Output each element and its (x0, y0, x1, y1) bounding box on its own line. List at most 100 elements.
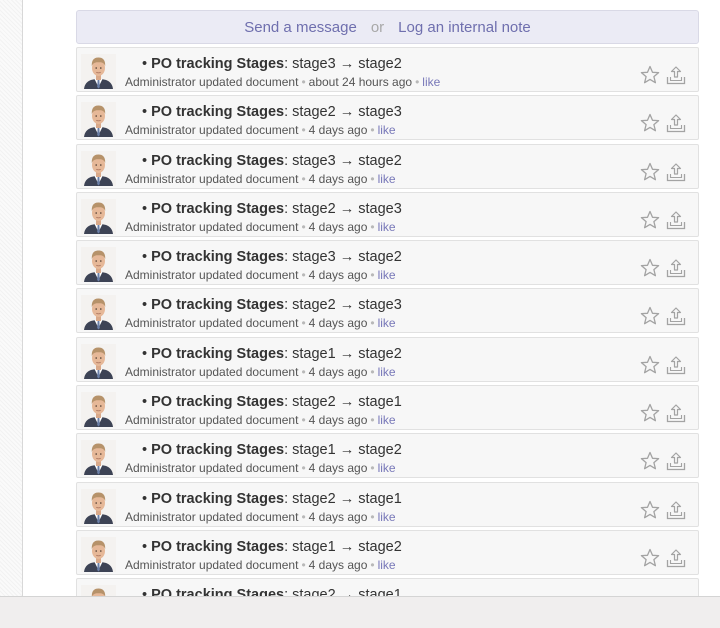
timestamp: 4 days ago (308, 509, 368, 524)
timestamp: 4 days ago (308, 268, 368, 283)
message-meta: Administrator updated document • 4 days ag… (125, 412, 628, 428)
star-icon[interactable] (640, 113, 660, 133)
star-icon[interactable] (640, 65, 660, 85)
action-text: updated document (199, 268, 299, 283)
like-link[interactable]: like (378, 365, 396, 379)
message-meta: Administrator updated document • 4 days ag… (125, 557, 628, 573)
new-value: stage2 (358, 249, 402, 266)
like-link[interactable]: like (378, 316, 396, 330)
author-name[interactable]: Administrator (125, 558, 196, 572)
avatar[interactable] (81, 247, 116, 283)
like-link[interactable]: like (378, 172, 396, 186)
reply-icon[interactable] (666, 306, 686, 326)
message-title: • PO tracking Stages: stage1 → stage2 (125, 345, 628, 364)
author-name[interactable]: Administrator (125, 220, 196, 234)
avatar[interactable] (81, 392, 116, 428)
send-message-link[interactable]: Send a message (244, 19, 357, 36)
avatar[interactable] (81, 102, 116, 138)
star-icon[interactable] (640, 403, 660, 423)
new-value: stage2 (358, 442, 402, 459)
author-name[interactable]: Administrator (125, 365, 196, 379)
timestamp: 4 days ago (308, 557, 368, 572)
new-value: stage1 (358, 490, 402, 507)
new-value: stage2 (358, 152, 402, 169)
timestamp: 4 days ago (308, 123, 368, 138)
author-name[interactable]: Administrator (125, 75, 196, 89)
field-colon: : (284, 152, 289, 169)
message-meta: Administrator updated document • 4 days ag… (125, 122, 628, 138)
reply-icon[interactable] (666, 65, 686, 85)
avatar[interactable] (81, 150, 116, 186)
meta-separator: • (301, 509, 306, 524)
log-internal-note-link[interactable]: Log an internal note (398, 19, 531, 36)
bullet: • (142, 249, 148, 266)
old-value: stage2 (292, 104, 336, 121)
avatar[interactable] (81, 54, 116, 89)
reply-icon[interactable] (666, 210, 686, 230)
meta-separator: • (370, 364, 375, 379)
old-value: stage2 (292, 490, 336, 507)
reply-icon[interactable] (666, 548, 686, 568)
author-name[interactable]: Administrator (125, 172, 196, 186)
message-actions (636, 351, 688, 375)
new-value: stage2 (358, 56, 402, 72)
star-icon[interactable] (640, 210, 660, 230)
like-link[interactable]: like (422, 75, 440, 89)
author-name[interactable]: Administrator (125, 461, 196, 475)
reply-icon[interactable] (666, 113, 686, 133)
star-icon[interactable] (640, 500, 660, 520)
message-meta: Administrator updated document • 4 days ag… (125, 460, 628, 476)
bullet: • (142, 152, 148, 169)
reply-icon[interactable] (666, 451, 686, 471)
bullet: • (142, 104, 148, 121)
star-icon[interactable] (640, 451, 660, 471)
meta-separator: • (370, 268, 375, 283)
arrow-icon: → (339, 249, 355, 266)
reply-icon[interactable] (666, 500, 686, 520)
meta-separator: • (370, 123, 375, 138)
author-name[interactable]: Administrator (125, 268, 196, 282)
star-icon[interactable] (640, 258, 660, 278)
bullet: • (142, 538, 148, 555)
message-title: • PO tracking Stages: stage3 → stage2 (125, 248, 628, 267)
star-icon[interactable] (640, 355, 660, 375)
like-link[interactable]: like (378, 510, 396, 524)
message-body: • PO tracking Stages: stage2 → stage1 Ad… (125, 393, 628, 428)
bullet: • (142, 200, 148, 217)
message-meta: Administrator updated document • 4 days ag… (125, 315, 628, 331)
avatar[interactable] (81, 198, 116, 234)
author-name[interactable]: Administrator (125, 413, 196, 427)
reply-icon[interactable] (666, 403, 686, 423)
like-link[interactable]: like (378, 558, 396, 572)
action-text: updated document (199, 219, 299, 234)
star-icon[interactable] (640, 306, 660, 326)
message-body: • PO tracking Stages: stage2 → stage3 Ad… (125, 200, 628, 235)
reply-icon[interactable] (666, 162, 686, 182)
avatar[interactable] (81, 488, 116, 524)
like-link[interactable]: like (378, 123, 396, 137)
author-name[interactable]: Administrator (125, 316, 196, 330)
avatar[interactable] (81, 343, 116, 379)
avatar[interactable] (81, 295, 116, 331)
arrow-icon: → (339, 152, 355, 169)
star-icon[interactable] (640, 162, 660, 182)
like-link[interactable]: like (378, 220, 396, 234)
author-name[interactable]: Administrator (125, 123, 196, 137)
like-link[interactable]: like (378, 268, 396, 282)
reply-icon[interactable] (666, 258, 686, 278)
avatar[interactable] (81, 585, 116, 596)
message-actions (636, 544, 688, 568)
tracked-field-name: PO tracking Stages (151, 152, 285, 169)
message-body: • PO tracking Stages: stage2 → stage3 Ad… (125, 296, 628, 331)
tracked-field-name: PO tracking Stages (151, 297, 285, 314)
star-icon[interactable] (640, 548, 660, 568)
avatar[interactable] (81, 536, 116, 572)
tracked-field-name: PO tracking Stages (151, 490, 285, 507)
like-link[interactable]: like (378, 461, 396, 475)
message-title: • PO tracking Stages: stage3 → stage2 (125, 152, 628, 171)
reply-icon[interactable] (666, 355, 686, 375)
avatar[interactable] (81, 440, 116, 476)
arrow-icon: → (339, 345, 355, 362)
like-link[interactable]: like (378, 413, 396, 427)
author-name[interactable]: Administrator (125, 510, 196, 524)
